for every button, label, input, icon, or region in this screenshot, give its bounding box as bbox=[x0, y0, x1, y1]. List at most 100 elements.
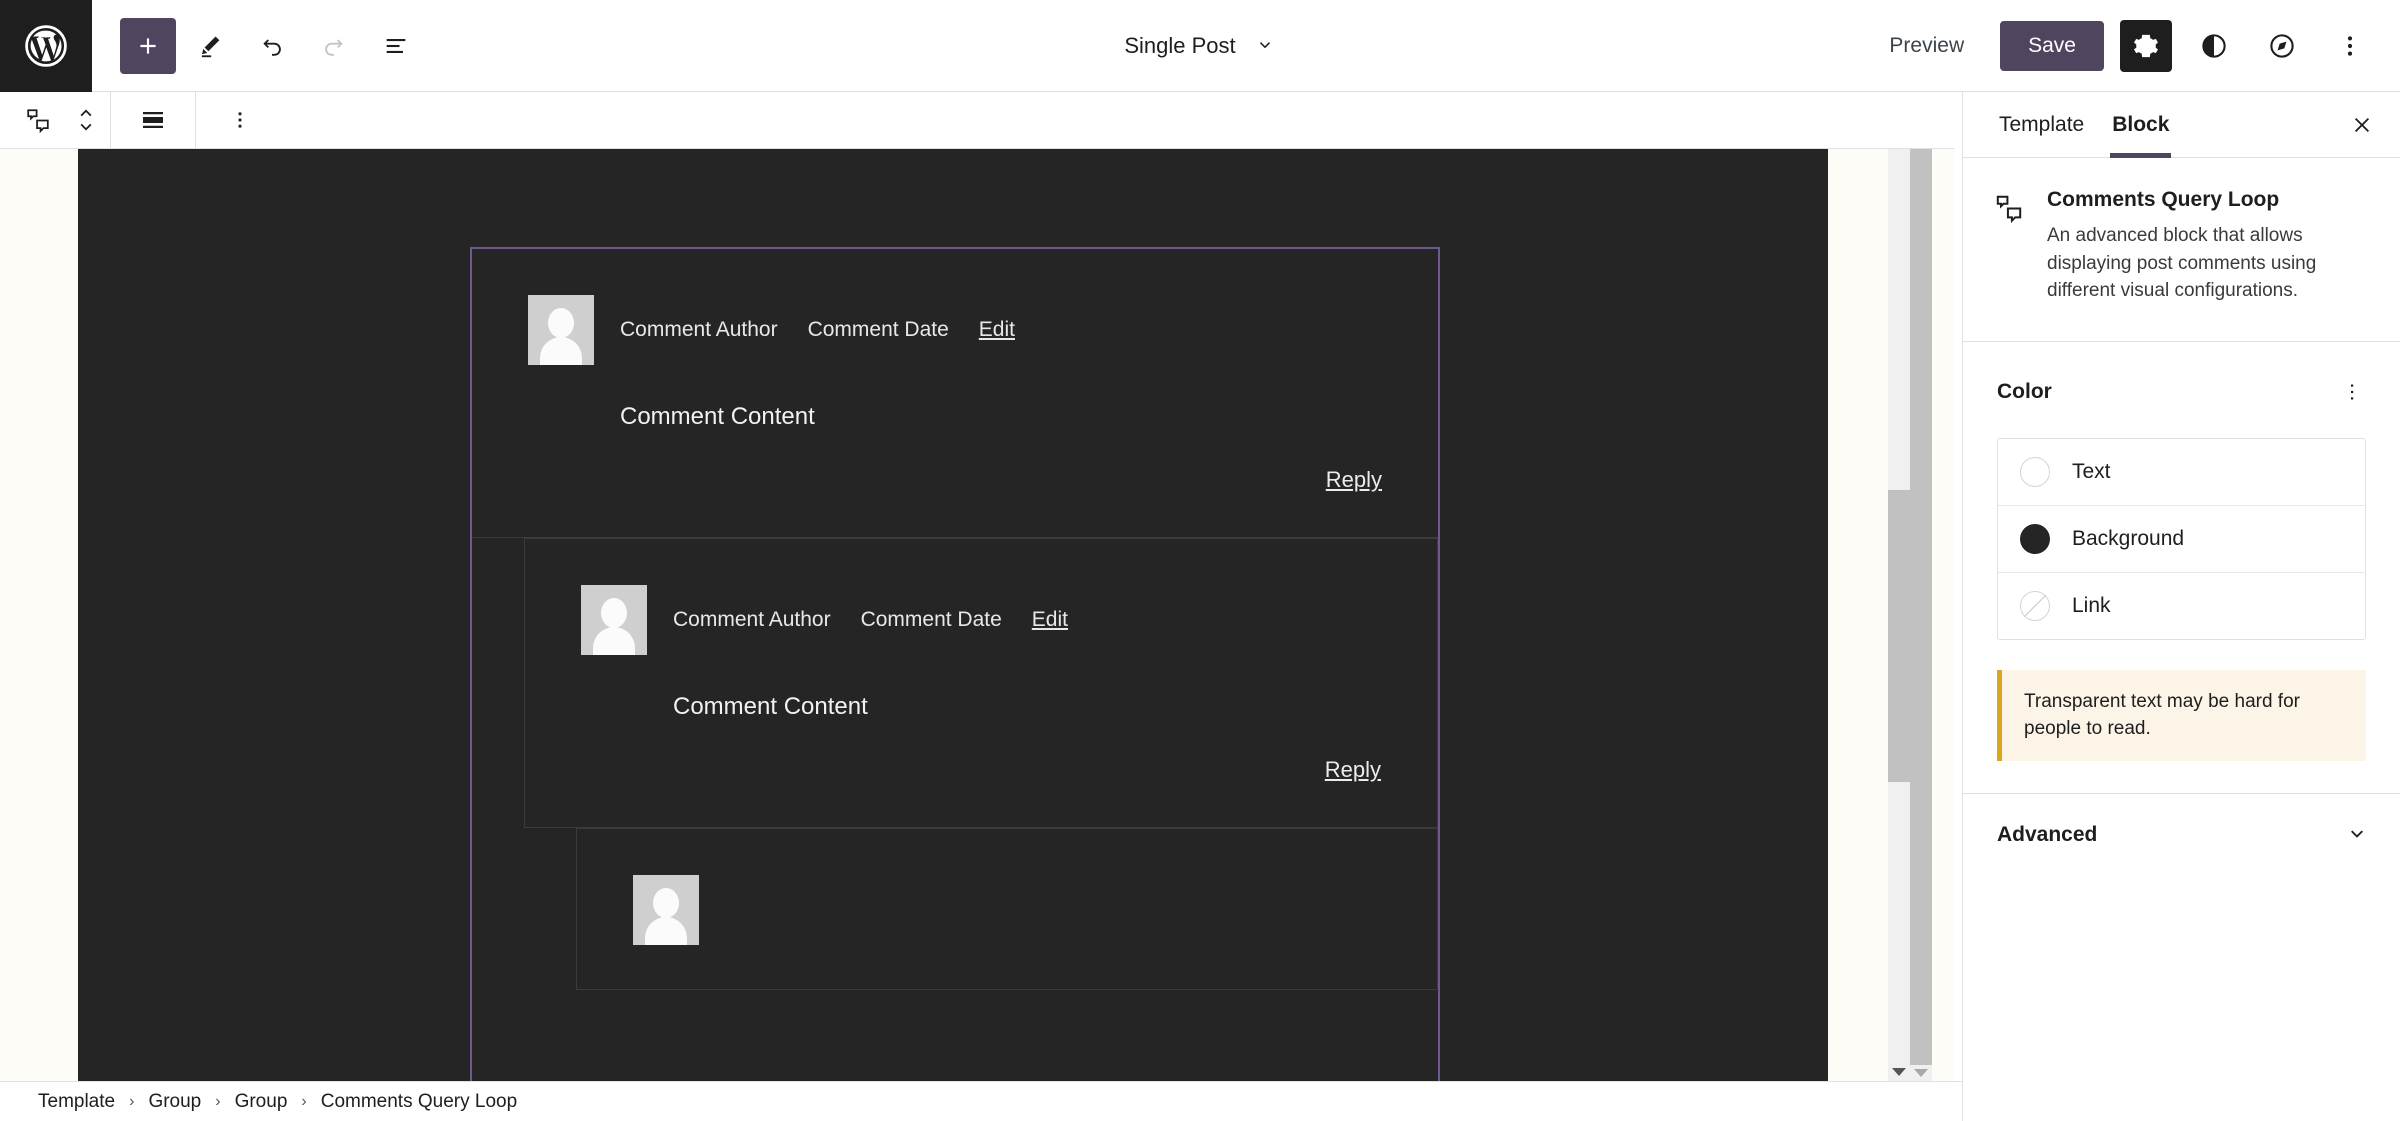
comment-header: Comment Author Comment Date Edit bbox=[581, 585, 1381, 655]
settings-gear-button[interactable] bbox=[2120, 19, 2172, 72]
redo-button[interactable] bbox=[306, 18, 362, 74]
comment-header bbox=[633, 875, 1381, 945]
canvas-scrollbar-thumb[interactable] bbox=[1910, 149, 1932, 1065]
comment-template-item[interactable] bbox=[576, 828, 1438, 990]
block-info-card: Comments Query Loop An advanced block th… bbox=[1963, 158, 2400, 342]
color-options-button[interactable] bbox=[2330, 370, 2374, 414]
breadcrumb-separator: › bbox=[129, 1092, 135, 1110]
chevron-down-icon bbox=[2351, 830, 2363, 838]
pencil-icon bbox=[201, 36, 220, 57]
block-card-icon-wrap bbox=[1993, 188, 2027, 305]
undo-button[interactable] bbox=[244, 18, 300, 74]
comment-template-item[interactable]: Comment Author Comment Date Edit Comment… bbox=[472, 249, 1438, 538]
list-view-button[interactable] bbox=[368, 18, 424, 74]
preview-button[interactable]: Preview bbox=[1871, 22, 1982, 70]
breadcrumb-item-template[interactable]: Template bbox=[30, 1087, 123, 1117]
document-title-dropdown[interactable]: Single Post bbox=[1114, 27, 1285, 65]
notice-text: Transparent text may be hard for people … bbox=[2024, 690, 2300, 740]
tab-template[interactable]: Template bbox=[1985, 92, 2098, 157]
header-left-tools bbox=[92, 17, 424, 74]
gear-icon bbox=[2133, 34, 2159, 57]
comment-date: Comment Date bbox=[807, 318, 949, 341]
page-scrollbar-thumb[interactable] bbox=[1888, 490, 1910, 782]
breadcrumb-item-comments-query-loop[interactable]: Comments Query Loop bbox=[313, 1087, 525, 1117]
advanced-panel-toggle[interactable]: Advanced bbox=[1963, 792, 2400, 876]
comment-edit-link[interactable]: Edit bbox=[1032, 608, 1068, 632]
close-icon bbox=[2354, 117, 2370, 132]
avatar bbox=[633, 875, 699, 945]
text-color-swatch[interactable] bbox=[2020, 456, 2050, 487]
editor-canvas-area: Comment Author Comment Date Edit Comment… bbox=[0, 149, 1954, 1081]
block-toolbar-group-align bbox=[111, 92, 195, 149]
styles-contrast-button[interactable] bbox=[2188, 20, 2240, 72]
canvas-scrollbar[interactable] bbox=[1910, 149, 1932, 1081]
color-row-background[interactable]: Background bbox=[1998, 505, 2365, 573]
vertical-dots-icon bbox=[238, 112, 242, 128]
comment-date: Comment Date bbox=[860, 608, 1002, 631]
save-button[interactable]: Save bbox=[2000, 20, 2104, 71]
wordpress-logo-button[interactable] bbox=[0, 0, 92, 92]
redo-icon bbox=[325, 38, 343, 56]
tab-block[interactable]: Block bbox=[2098, 92, 2183, 158]
background-color-swatch[interactable] bbox=[2020, 523, 2050, 554]
contrast-half-circle-icon bbox=[2202, 33, 2226, 58]
block-options-button[interactable] bbox=[216, 96, 264, 144]
comments-query-loop-block[interactable]: Comment Author Comment Date Edit Comment… bbox=[470, 247, 1440, 1081]
page-scroll-down-arrow[interactable] bbox=[1888, 1063, 1910, 1081]
move-up-down-icon bbox=[80, 109, 92, 131]
breadcrumb-separator: › bbox=[215, 1092, 221, 1110]
avatar bbox=[581, 585, 647, 655]
list-view-icon bbox=[386, 38, 406, 53]
comment-meta: Comment Author Comment Date Edit bbox=[673, 608, 1068, 632]
site-preview-frame: Comment Author Comment Date Edit Comment… bbox=[78, 149, 1828, 1081]
comment-content: Comment Content bbox=[620, 403, 815, 430]
document-title-text: Single Post bbox=[1124, 32, 1236, 58]
vertical-dots-icon bbox=[2347, 35, 2353, 56]
align-full-width-icon bbox=[143, 112, 163, 128]
comment-author: Comment Author bbox=[673, 608, 831, 631]
breadcrumb-item-group-2[interactable]: Group bbox=[227, 1087, 296, 1117]
comment-reply-link[interactable]: Reply bbox=[1325, 757, 1381, 783]
breadcrumb-separator: › bbox=[301, 1092, 307, 1110]
color-row-label: Link bbox=[2072, 593, 2111, 617]
options-menu-button[interactable] bbox=[2324, 20, 2376, 72]
avatar bbox=[528, 295, 594, 365]
edit-tool-button[interactable] bbox=[182, 18, 238, 74]
color-panel-header: Color bbox=[1963, 342, 2400, 432]
color-row-label: Text bbox=[2072, 459, 2111, 483]
add-block-button[interactable] bbox=[120, 17, 176, 74]
command-center-button[interactable] bbox=[2256, 20, 2308, 72]
block-type-comments-button[interactable] bbox=[14, 96, 62, 144]
comments-query-loop-icon bbox=[27, 109, 49, 134]
page-scrollbar[interactable] bbox=[1888, 92, 1910, 1081]
block-toolbar-group-main bbox=[0, 92, 110, 149]
canvas-scroll-down-arrow[interactable] bbox=[1910, 1065, 1932, 1081]
color-panel-title: Color bbox=[1997, 379, 2052, 403]
advanced-panel-label: Advanced bbox=[1997, 822, 2098, 846]
compass-icon bbox=[2270, 33, 2294, 58]
sidebar-tabs: Template Block bbox=[1963, 92, 2400, 158]
settings-sidebar: Template Block Comments Query Loop An ad… bbox=[1962, 92, 2400, 1121]
comment-reply-row: Reply bbox=[528, 467, 1382, 493]
comment-template-item[interactable]: Comment Author Comment Date Edit Comment… bbox=[524, 538, 1438, 828]
header-right-tools: Preview Save bbox=[1871, 19, 2376, 72]
comment-content: Comment Content bbox=[673, 693, 868, 720]
close-sidebar-button[interactable] bbox=[2338, 101, 2386, 149]
link-color-swatch[interactable] bbox=[2020, 590, 2050, 621]
editor-header: Single Post Preview Save bbox=[0, 0, 2400, 92]
color-row-link[interactable]: Link bbox=[1998, 572, 2365, 639]
block-toolbar-group-options bbox=[196, 92, 284, 149]
contrast-warning-notice: Transparent text may be hard for people … bbox=[1997, 669, 2366, 761]
block-description: An advanced block that allows displaying… bbox=[2047, 225, 2317, 302]
breadcrumb: Template › Group › Group › Comments Quer… bbox=[0, 1081, 1962, 1121]
block-toolbar bbox=[0, 91, 1954, 149]
comment-reply-row: Reply bbox=[581, 757, 1381, 783]
chevron-down-icon bbox=[1259, 41, 1270, 48]
move-updown-button[interactable] bbox=[62, 96, 110, 144]
comment-header: Comment Author Comment Date Edit bbox=[528, 295, 1382, 365]
comment-edit-link[interactable]: Edit bbox=[979, 318, 1015, 342]
breadcrumb-item-group-1[interactable]: Group bbox=[140, 1087, 209, 1117]
align-button[interactable] bbox=[129, 96, 177, 144]
comment-reply-link[interactable]: Reply bbox=[1326, 467, 1382, 493]
color-row-text[interactable]: Text bbox=[1998, 438, 2365, 506]
